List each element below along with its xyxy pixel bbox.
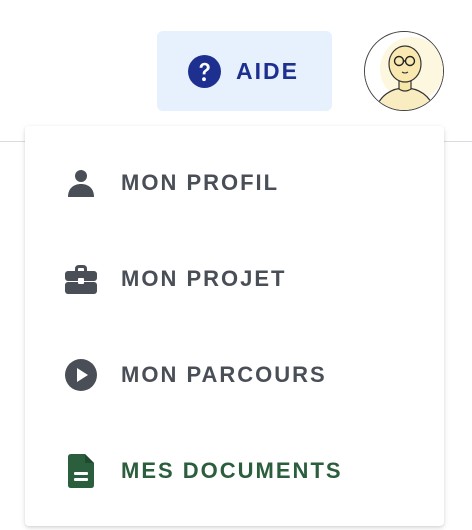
menu-item-profile[interactable]: MON PROFIL <box>25 135 444 231</box>
avatar-illustration-icon <box>365 32 443 110</box>
help-label: AIDE <box>236 57 299 84</box>
question-icon <box>188 54 221 88</box>
briefcase-icon <box>63 261 99 297</box>
menu-item-label: MON PARCOURS <box>121 362 327 387</box>
menu-item-label: MON PROJET <box>121 266 287 291</box>
user-dropdown-menu: MON PROFIL MON PROJET MON PARCOURS MES D… <box>25 126 444 526</box>
menu-item-label: MON PROFIL <box>121 170 280 195</box>
play-circle-icon <box>63 357 99 393</box>
menu-item-project[interactable]: MON PROJET <box>25 231 444 327</box>
help-button[interactable]: AIDE <box>157 31 332 111</box>
menu-item-label: MES DOCUMENTS <box>121 458 343 483</box>
menu-item-documents[interactable]: MES DOCUMENTS <box>25 423 444 519</box>
document-icon <box>63 453 99 489</box>
menu-item-journey[interactable]: MON PARCOURS <box>25 327 444 423</box>
person-icon <box>63 165 99 201</box>
page: AIDE MON PROFIL MON PROJET MON PARCOURS … <box>0 0 472 530</box>
avatar[interactable] <box>364 31 444 111</box>
